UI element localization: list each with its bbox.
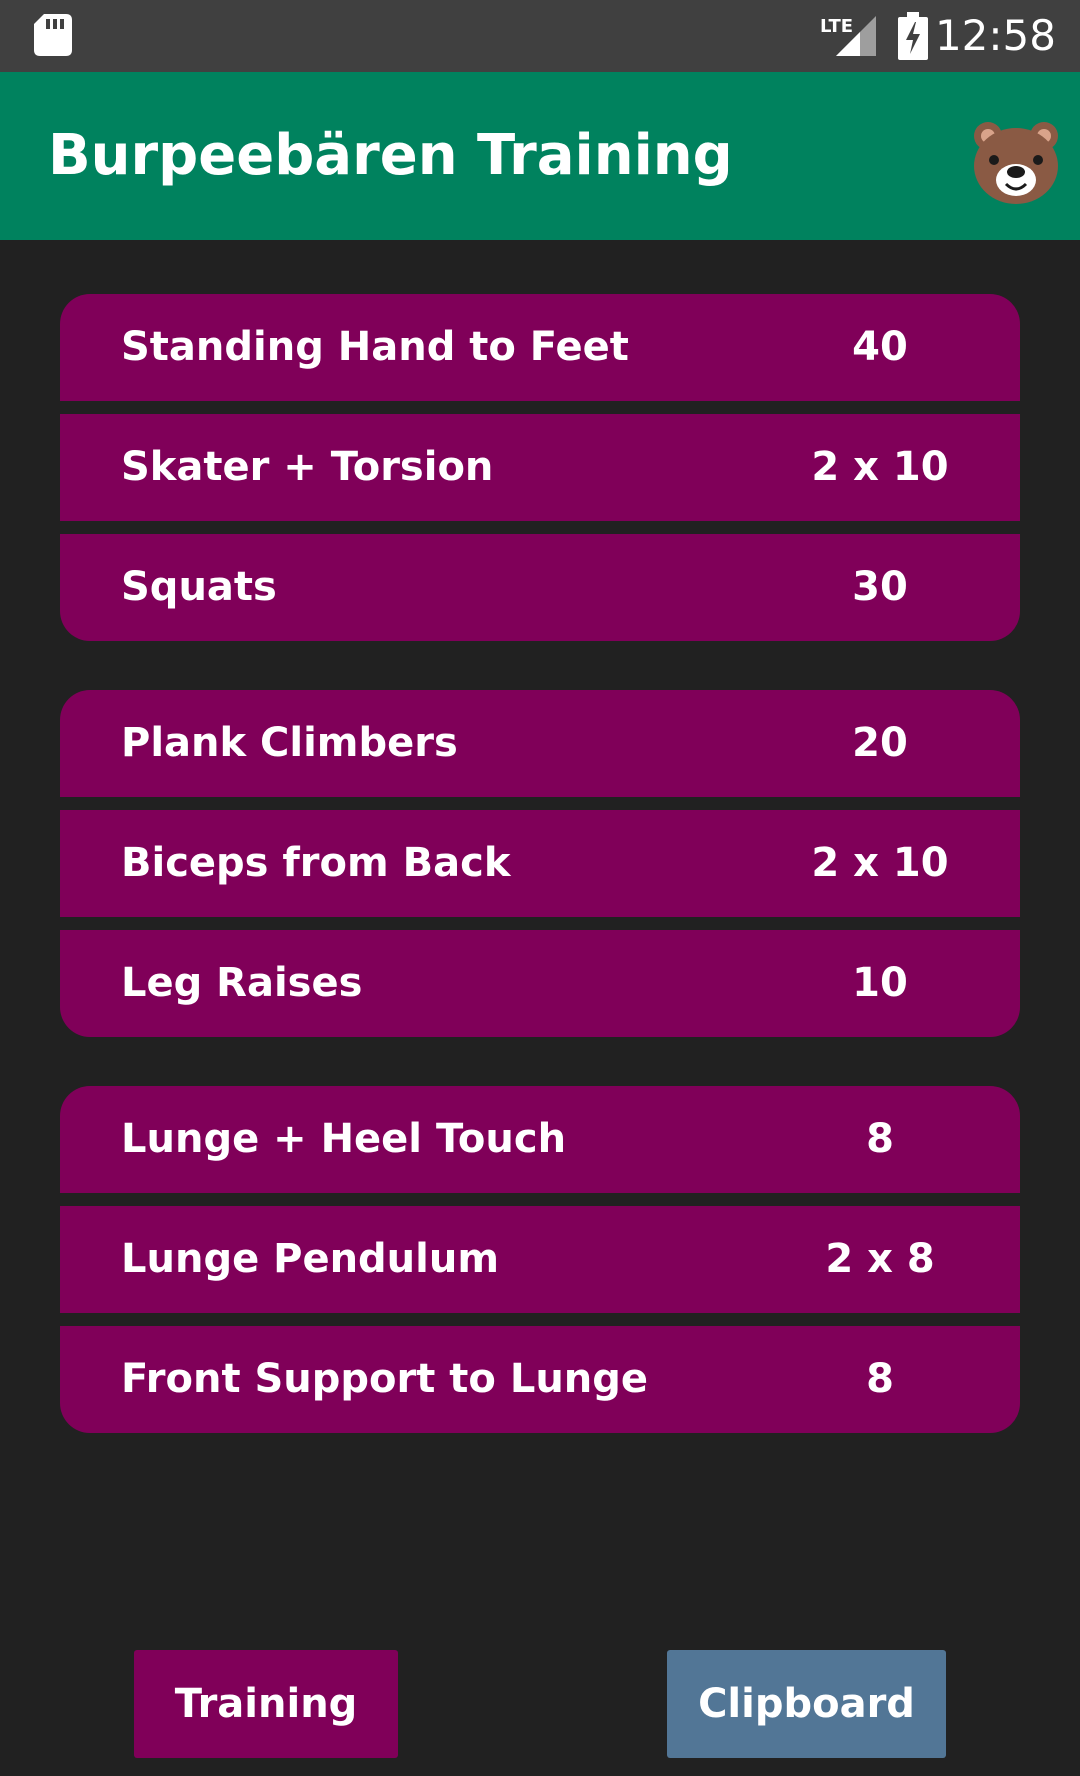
clipboard-button[interactable]: Clipboard	[667, 1650, 946, 1758]
exercise-reps: 40	[852, 324, 908, 370]
exercise-row[interactable]: Biceps from Back 2 x 10	[60, 810, 1020, 917]
exercise-row[interactable]: Leg Raises 10	[60, 930, 1020, 1037]
exercise-row[interactable]: Lunge + Heel Touch 8	[60, 1086, 1020, 1193]
exercise-reps: 20	[852, 720, 908, 766]
exercise-reps: 2 x 8	[825, 1236, 935, 1282]
exercise-row[interactable]: Squats 30	[60, 534, 1020, 641]
exercise-name: Front Support to Lunge	[121, 1356, 649, 1402]
svg-text:LTE: LTE	[820, 16, 853, 37]
training-button[interactable]: Training	[134, 1650, 398, 1758]
exercise-reps: 8	[866, 1116, 894, 1162]
exercise-row[interactable]: Front Support to Lunge 8	[60, 1326, 1020, 1433]
exercise-reps: 2 x 10	[811, 840, 949, 886]
exercise-row[interactable]: Skater + Torsion 2 x 10	[60, 414, 1020, 521]
app-bar: Burpeebären Training	[0, 72, 1080, 240]
battery-charging-icon	[898, 12, 928, 60]
exercise-name: Squats	[121, 564, 277, 610]
exercise-group-2: Plank Climbers 20 Biceps from Back 2 x 1…	[60, 690, 1020, 1037]
status-time: 12:58	[934, 11, 1056, 60]
exercise-reps: 30	[852, 564, 908, 610]
exercise-row[interactable]: Plank Climbers 20	[60, 690, 1020, 797]
bear-face-icon	[974, 122, 1058, 204]
exercise-name: Standing Hand to Feet	[121, 324, 629, 370]
sd-card-icon	[34, 14, 72, 56]
exercise-name: Biceps from Back	[121, 840, 511, 886]
exercise-name: Leg Raises	[121, 960, 363, 1006]
exercise-row[interactable]: Lunge Pendulum 2 x 8	[60, 1206, 1020, 1313]
exercise-row[interactable]: Standing Hand to Feet 40	[60, 294, 1020, 401]
exercise-name: Lunge Pendulum	[121, 1236, 500, 1282]
exercise-name: Skater + Torsion	[121, 444, 494, 490]
exercise-reps: 2 x 10	[811, 444, 949, 490]
exercise-group-1: Standing Hand to Feet 40 Skater + Torsio…	[60, 294, 1020, 641]
lte-signal-icon: LTE	[820, 16, 876, 56]
exercise-name: Plank Climbers	[121, 720, 458, 766]
exercise-reps: 10	[852, 960, 908, 1006]
exercise-name: Lunge + Heel Touch	[121, 1116, 567, 1162]
app-title: Burpeebären Training	[48, 123, 733, 188]
exercise-group-3: Lunge + Heel Touch 8 Lunge Pendulum 2 x …	[60, 1086, 1020, 1433]
status-bar: LTE 12:58	[0, 0, 1080, 72]
exercise-reps: 8	[866, 1356, 894, 1402]
